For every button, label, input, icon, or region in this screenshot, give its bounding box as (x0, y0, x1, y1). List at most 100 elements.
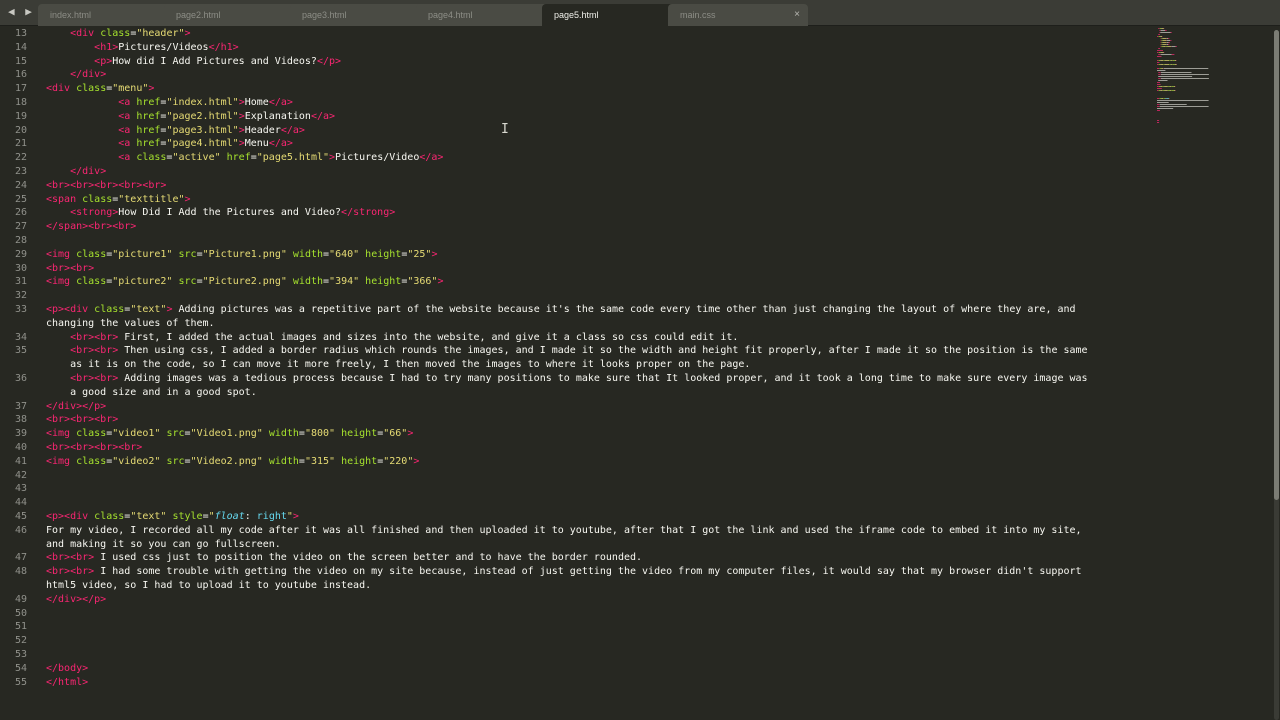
code-line[interactable]: as it is on the code, so I can move it m… (46, 358, 750, 372)
code-token: <br><br><br><br> (46, 442, 143, 453)
code-line[interactable]: <a class="active" href="page5.html">Pict… (46, 151, 443, 165)
minimap-line (1175, 64, 1177, 65)
minimap-line (1157, 88, 1162, 89)
minimap-line (1171, 46, 1176, 47)
code-line[interactable]: <a href="index.html">Home</a> (46, 96, 293, 110)
line-number: 34 (14, 331, 27, 343)
code-line[interactable]: </html> (46, 676, 88, 690)
minimap-line (1173, 90, 1176, 91)
code-token: How Did I Add the Pictures and Video? (118, 207, 342, 219)
code-token: <img (46, 455, 71, 467)
code-token: <p><div (46, 511, 89, 522)
line-number: 15 (14, 55, 27, 67)
tab-index-html[interactable]: index.html● (38, 4, 178, 26)
minimap-line (1171, 86, 1174, 87)
tab-page3-html[interactable]: page3.html× (290, 4, 430, 26)
code-token: class (70, 248, 107, 260)
code-line[interactable]: <br><br> (46, 262, 94, 276)
code-line[interactable]: and making it so you can go fullscreen. (46, 538, 281, 552)
code-token: "366" (407, 276, 438, 288)
code-line[interactable]: a good size and in a good spot. (46, 386, 257, 400)
tab-page5-html[interactable]: page5.html× (542, 4, 682, 26)
code-line[interactable]: <img class="video2" src="Video2.png" wid… (46, 455, 419, 469)
minimap[interactable] (1155, 26, 1275, 146)
line-number: 25 (14, 193, 27, 205)
code-token: float (214, 511, 245, 522)
line-number: 23 (14, 166, 27, 177)
code-line[interactable]: <br><br> First, I added the actual image… (46, 331, 738, 345)
vertical-scrollbar[interactable] (1274, 30, 1279, 720)
code-line[interactable]: <img class="picture1" src="Picture1.png"… (46, 248, 437, 262)
code-line[interactable]: <p>How did I Add Pictures and Videos?</p… (46, 55, 341, 69)
line-number: 42 (14, 469, 27, 481)
minimap-line (1173, 86, 1175, 87)
code-line[interactable]: <br><br> Adding images was a tedious pro… (46, 372, 1087, 386)
minimap-line (1161, 68, 1163, 69)
code-token: </div></p> (46, 593, 107, 605)
code-token: "page4.html" (166, 138, 239, 150)
code-token: href (130, 110, 161, 122)
code-line[interactable]: <p><div class="text"> Adding pictures wa… (46, 303, 1076, 317)
code-line[interactable]: <a href="page3.html">Header</a> (46, 124, 305, 138)
code-token: class (70, 83, 107, 95)
minimap-line (1160, 90, 1163, 91)
minimap-line (1159, 68, 1161, 69)
tab-main-css[interactable]: main.css × (668, 4, 808, 26)
code-line[interactable]: <a href="page2.html">Explanation</a> (46, 110, 335, 124)
code-line[interactable]: </body> (46, 662, 88, 676)
tab-page2-html[interactable]: page2.html● (164, 4, 304, 26)
code-token: </a> (280, 124, 305, 136)
code-line[interactable]: <div class="menu"> (46, 82, 154, 96)
code-token: "Picture2.png" (202, 276, 287, 288)
code-token: <a (118, 138, 131, 150)
code-token: > (184, 193, 191, 205)
scrollbar-thumb[interactable] (1274, 30, 1279, 500)
code-token: src (172, 248, 197, 260)
code-token: </span><br><br> (46, 221, 137, 233)
tab-page4-html[interactable]: page4.html× (416, 4, 556, 26)
code-token: href (130, 124, 161, 136)
code-line[interactable]: </span><br><br> (46, 220, 136, 234)
code-line[interactable]: <div class="header"> (46, 27, 190, 41)
code-line[interactable]: For my video, I recorded all my code aft… (46, 524, 1082, 538)
minimap-line (1160, 64, 1164, 65)
code-line[interactable]: html5 video, so I had to upload it to yo… (46, 579, 371, 593)
code-line[interactable]: </div> (46, 165, 106, 179)
code-line[interactable]: <br><br><br> (46, 413, 118, 427)
tab-nav-arrows[interactable]: ◀ ▶ (8, 5, 34, 18)
code-line[interactable]: <img class="video1" src="Video1.png" wid… (46, 427, 413, 441)
code-editor[interactable]: 13 14 15 16 17 18 19 20 21 22 23 24 25 26 27 28 29 30 31 32… (0, 26, 1280, 720)
code-token: <br><br> (46, 262, 95, 274)
code-line[interactable]: changing the values of them. (46, 317, 215, 331)
code-line[interactable]: <br><br> I had some trouble with getting… (46, 565, 1082, 579)
code-line[interactable]: <h1>Pictures/Videos</h1> (46, 41, 239, 55)
code-line[interactable]: <br><br> I used css just to position the… (46, 551, 642, 565)
code-line[interactable]: <strong>How Did I Add the Pictures and V… (46, 206, 395, 220)
close-icon[interactable]: × (794, 4, 800, 26)
code-line[interactable]: <br><br><br><br><br> (46, 179, 166, 193)
code-token: "text" (130, 511, 167, 522)
code-token: height (335, 455, 378, 467)
minimap-line (1160, 38, 1162, 39)
code-token: height (335, 428, 378, 440)
code-line[interactable]: <img class="picture2" src="Picture2.png"… (46, 275, 443, 289)
code-token: "315" (304, 455, 336, 467)
code-line[interactable]: </div></p> (46, 593, 106, 607)
minimap-line (1166, 38, 1169, 39)
code-token: <br><br> (70, 345, 119, 357)
code-line[interactable]: </div></p> (46, 400, 106, 414)
code-token: class (70, 428, 107, 440)
code-line[interactable]: <br><br><br><br> (46, 441, 142, 455)
tab-label: page5.html (554, 10, 599, 20)
tab-label: index.html (50, 10, 92, 20)
code-line[interactable]: <br><br> Then using css, I added a borde… (46, 344, 1087, 358)
line-number: 43 (14, 483, 27, 495)
code-line[interactable]: <a href="page4.html">Menu</a> (46, 137, 293, 151)
code-line[interactable]: <span class="texttitle"> (46, 193, 191, 207)
code-line[interactable]: </div> (46, 68, 106, 82)
code-line[interactable]: <p><div class="text" style="float: right… (46, 510, 299, 524)
